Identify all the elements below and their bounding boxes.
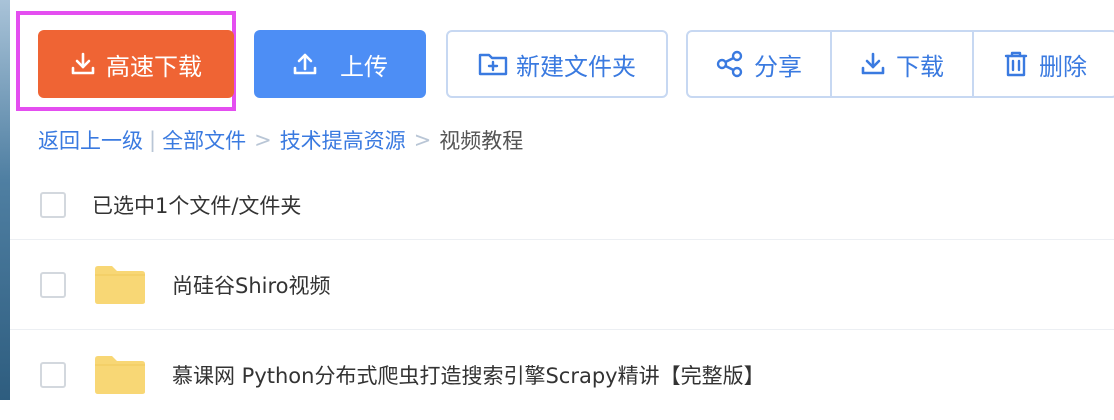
upload-button[interactable]: 上传 bbox=[254, 30, 426, 98]
download-icon bbox=[860, 51, 886, 77]
breadcrumb-separator: > bbox=[254, 128, 272, 152]
upload-label: 上传 bbox=[340, 52, 388, 81]
share-label: 分享 bbox=[754, 52, 802, 81]
file-row[interactable]: 慕课网 Python分布式爬虫打造搜索引擎Scrapy精讲【完整版】 bbox=[10, 330, 1114, 420]
selection-count-text: 已选中1个文件/文件夹 bbox=[92, 193, 302, 218]
file-row[interactable]: 尚硅谷Shiro视频 bbox=[10, 240, 1114, 330]
row-checkbox[interactable] bbox=[40, 271, 66, 298]
file-action-group: 分享 下载 删除 bbox=[686, 30, 1114, 98]
left-window-edge bbox=[0, 0, 10, 400]
trash-icon bbox=[1003, 50, 1029, 78]
back-link[interactable]: 返回上一级 bbox=[38, 125, 143, 155]
folder-icon bbox=[94, 355, 146, 395]
breadcrumb-tech-resources[interactable]: 技术提高资源 bbox=[280, 125, 406, 155]
selection-header-row: 已选中1个文件/文件夹 bbox=[10, 170, 1114, 240]
upload-icon bbox=[292, 51, 318, 77]
delete-button[interactable]: 删除 bbox=[972, 32, 1114, 96]
share-button[interactable]: 分享 bbox=[688, 32, 830, 96]
fast-download-label: 高速下载 bbox=[106, 52, 202, 81]
breadcrumb-all-files[interactable]: 全部文件 bbox=[162, 125, 246, 155]
row-checkbox[interactable] bbox=[40, 362, 66, 388]
download-icon bbox=[70, 51, 96, 77]
delete-label: 删除 bbox=[1039, 52, 1087, 81]
new-folder-label: 新建文件夹 bbox=[516, 52, 636, 81]
breadcrumb-current: 视频教程 bbox=[439, 129, 524, 153]
new-folder-button[interactable]: 新建文件夹 bbox=[446, 30, 668, 98]
breadcrumb-separator: > bbox=[413, 128, 432, 152]
select-all-checkbox[interactable] bbox=[40, 191, 66, 218]
share-icon bbox=[716, 50, 744, 78]
file-name[interactable]: 尚硅谷Shiro视频 bbox=[172, 270, 331, 300]
download-label: 下载 bbox=[896, 52, 944, 81]
folder-plus-icon bbox=[478, 51, 508, 77]
breadcrumb: 返回上一级 | 全部文件 > 技术提高资源 > 视频教程 bbox=[38, 124, 523, 156]
folder-icon bbox=[94, 265, 146, 305]
fast-download-button[interactable]: 高速下载 bbox=[38, 30, 234, 98]
file-name[interactable]: 慕课网 Python分布式爬虫打造搜索引擎Scrapy精讲【完整版】 bbox=[172, 360, 765, 390]
download-button[interactable]: 下载 bbox=[830, 32, 972, 96]
breadcrumb-separator: | bbox=[149, 128, 157, 152]
